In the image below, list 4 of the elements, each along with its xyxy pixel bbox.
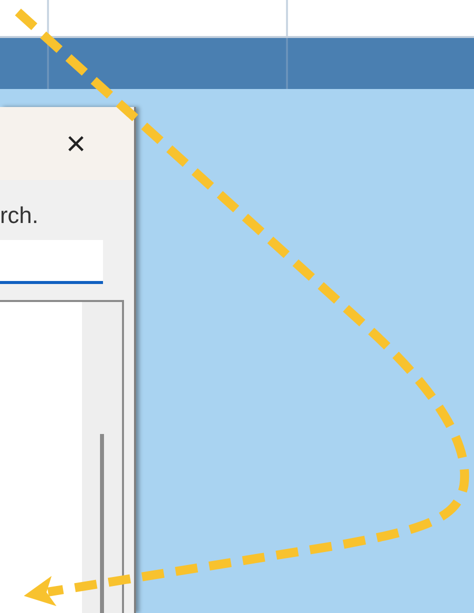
search-field[interactable] xyxy=(0,240,103,284)
scrollbar-thumb[interactable] xyxy=(100,434,104,613)
close-button[interactable]: × xyxy=(62,126,90,160)
instruction-text: rch. xyxy=(0,202,40,230)
